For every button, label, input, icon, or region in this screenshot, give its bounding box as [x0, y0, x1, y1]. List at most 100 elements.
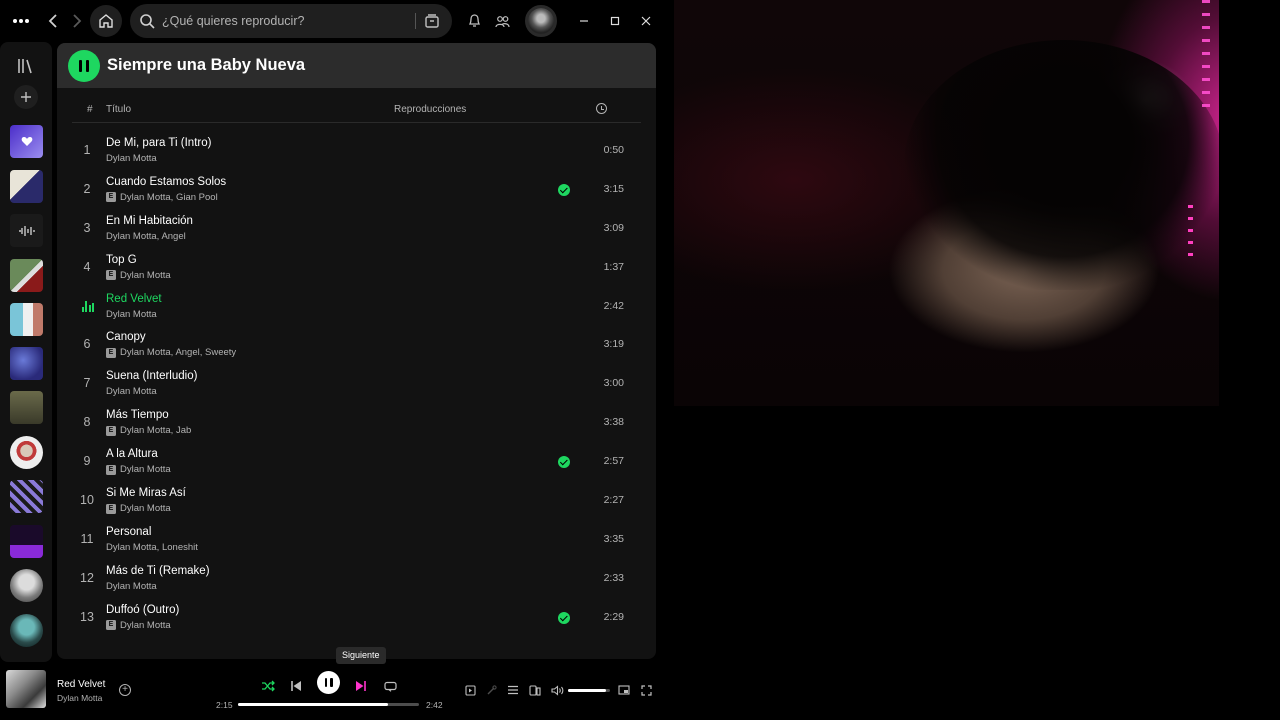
led-strip — [1188, 205, 1193, 265]
track-title[interactable]: Personal — [106, 526, 151, 538]
track-row[interactable]: 2 Cuando Estamos Solos E Dylan Motta, Gian … — [72, 171, 641, 210]
track-row[interactable]: 10 Si Me Miras Así E Dylan Motta 2:27 — [72, 482, 641, 521]
playlist-thumb[interactable] — [10, 170, 43, 203]
artist-names[interactable]: Dylan Motta — [106, 386, 157, 397]
column-plays[interactable]: Reproducciones — [394, 104, 466, 115]
track-list-header: # Título Reproducciones — [72, 98, 641, 123]
playlist-thumb[interactable] — [10, 525, 43, 558]
track-title[interactable]: Cuando Estamos Solos — [106, 176, 226, 188]
playlist-thumb[interactable] — [10, 214, 43, 247]
saved-check-icon[interactable] — [558, 456, 570, 469]
now-playing-cover[interactable] — [6, 670, 46, 708]
saved-check-icon[interactable] — [558, 183, 570, 196]
queue-icon[interactable] — [506, 683, 520, 697]
track-title[interactable]: Canopy — [106, 331, 146, 343]
artist-names[interactable]: Dylan Motta, Angel — [106, 231, 186, 242]
library-icon[interactable] — [14, 54, 38, 78]
artist-names[interactable]: Dylan Motta, Gian Pool — [120, 192, 218, 203]
track-title[interactable]: Más Tiempo — [106, 409, 169, 421]
search-input[interactable]: ¿Qué quieres reproducir? — [162, 14, 304, 28]
track-title[interactable]: Red Velvet — [106, 293, 162, 305]
column-number: # — [87, 104, 93, 115]
track-title[interactable]: A la Altura — [106, 448, 158, 460]
playlist-thumb[interactable] — [10, 391, 43, 424]
miniplayer-icon[interactable] — [617, 683, 631, 697]
album-pause-button[interactable] — [68, 50, 100, 82]
track-number: 1 — [83, 143, 91, 157]
lyrics-icon[interactable] — [484, 683, 498, 697]
back-icon[interactable] — [46, 12, 60, 30]
add-to-library-icon[interactable]: + — [119, 684, 131, 696]
column-title[interactable]: Título — [106, 104, 131, 115]
artist-names[interactable]: Dylan Motta — [120, 464, 171, 475]
track-row[interactable]: 7 Suena (Interludio) Dylan Motta 3:00 — [72, 365, 641, 404]
close-icon[interactable] — [640, 15, 652, 27]
track-number: 7 — [83, 376, 91, 391]
friends-icon[interactable] — [494, 13, 510, 29]
more-icon[interactable] — [12, 13, 30, 29]
playlist-thumb[interactable] — [10, 480, 43, 513]
track-row[interactable]: 3 En Mi Habitación Dylan Motta, Angel 3:09 — [72, 210, 641, 249]
track-title[interactable]: Top G — [106, 254, 137, 266]
minimize-icon[interactable] — [578, 15, 590, 27]
track-row[interactable]: 9 A la Altura E Dylan Motta 2:57 — [72, 443, 641, 482]
artist-thumb[interactable] — [10, 569, 43, 602]
track-row[interactable]: 13 Duffoó (Outro) E Dylan Motta 2:29 — [72, 599, 641, 638]
repeat-icon[interactable] — [380, 676, 400, 696]
track-row[interactable]: 6 Canopy E Dylan Motta, Angel, Sweety 3:19 — [72, 326, 641, 365]
track-row[interactable]: 12 Más de Ti (Remake) Dylan Motta 2:33 — [72, 560, 641, 599]
track-title[interactable]: Duffoó (Outro) — [106, 604, 179, 616]
artist-names[interactable]: Dylan Motta, Jab — [120, 425, 191, 436]
artist-names[interactable]: Dylan Motta — [120, 503, 171, 514]
avatar[interactable] — [525, 5, 557, 37]
bell-icon[interactable] — [466, 13, 482, 29]
waveform-icon — [18, 225, 35, 236]
fullscreen-icon[interactable] — [639, 683, 653, 697]
artist-thumb[interactable] — [10, 436, 43, 469]
home-button[interactable] — [90, 5, 122, 37]
track-number: 8 — [83, 415, 91, 430]
liked-songs-thumb[interactable] — [10, 125, 43, 158]
playlist-thumb[interactable] — [10, 347, 43, 380]
artist-names[interactable]: Dylan Motta — [120, 270, 171, 281]
track-title[interactable]: Suena (Interludio) — [106, 370, 197, 382]
artist-names[interactable]: Dylan Motta, Loneshit — [106, 542, 198, 553]
track-artists: Dylan Motta — [106, 386, 157, 397]
track-row[interactable]: 8 Más Tiempo E Dylan Motta, Jab 3:38 — [72, 404, 641, 443]
now-playing-title[interactable]: Red Velvet — [57, 679, 105, 690]
track-artists: E Dylan Motta — [106, 503, 171, 514]
artist-thumb[interactable] — [10, 614, 43, 647]
artist-names[interactable]: Dylan Motta — [120, 620, 171, 631]
previous-icon[interactable] — [286, 676, 306, 696]
track-row[interactable]: Red Velvet Dylan Motta 2:42 — [72, 288, 641, 327]
playlist-thumb[interactable] — [10, 259, 43, 292]
artist-names[interactable]: Dylan Motta — [106, 309, 157, 320]
search-bar[interactable]: ¿Qué quieres reproducir? — [130, 4, 452, 38]
progress-bar[interactable] — [238, 703, 419, 706]
artist-names[interactable]: Dylan Motta — [106, 153, 157, 164]
maximize-icon[interactable] — [609, 15, 621, 27]
track-row[interactable]: 1 De Mi, para Ti (Intro) Dylan Motta 0:50 — [72, 132, 641, 171]
shuffle-icon[interactable] — [258, 676, 278, 696]
playlist-thumb[interactable] — [10, 303, 43, 336]
artist-names[interactable]: Dylan Motta, Angel, Sweety — [120, 347, 236, 358]
browse-icon[interactable] — [424, 13, 440, 29]
connect-device-icon[interactable] — [528, 683, 542, 697]
saved-check-icon[interactable] — [558, 611, 570, 624]
now-playing-view-icon[interactable] — [463, 683, 477, 697]
create-playlist-button[interactable] — [14, 85, 38, 109]
track-row[interactable]: 4 Top G E Dylan Motta 1:37 — [72, 249, 641, 288]
next-icon[interactable] — [351, 676, 371, 696]
track-title[interactable]: Más de Ti (Remake) — [106, 565, 210, 577]
track-duration: 2:42 — [603, 299, 624, 312]
now-playing-artist[interactable]: Dylan Motta — [57, 693, 102, 703]
volume-slider[interactable] — [568, 689, 610, 692]
forward-icon[interactable] — [70, 12, 84, 30]
track-title[interactable]: Si Me Miras Así — [106, 487, 186, 499]
track-title[interactable]: De Mi, para Ti (Intro) — [106, 137, 211, 149]
pause-button[interactable] — [317, 671, 340, 694]
track-row[interactable]: 11 Personal Dylan Motta, Loneshit 3:35 — [72, 521, 641, 560]
volume-icon[interactable] — [550, 683, 564, 697]
artist-names[interactable]: Dylan Motta — [106, 581, 157, 592]
track-title[interactable]: En Mi Habitación — [106, 215, 193, 227]
